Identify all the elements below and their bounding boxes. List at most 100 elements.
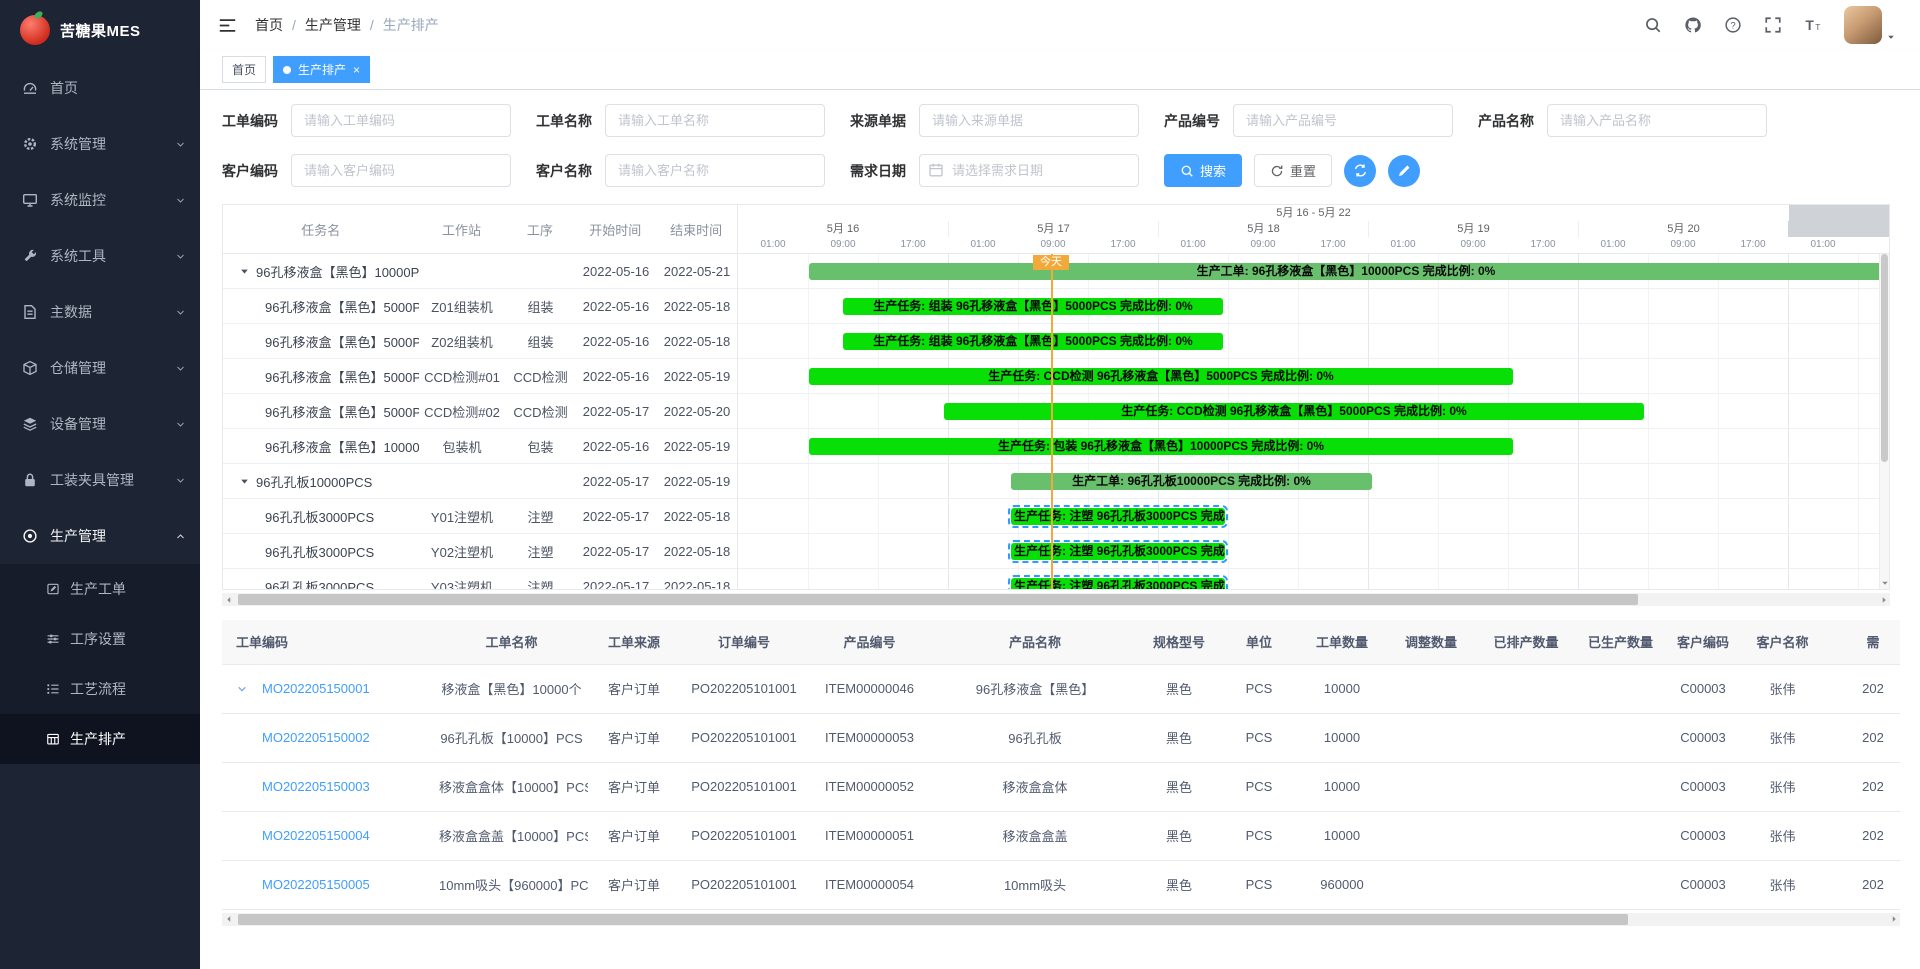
gantt-task-row[interactable]: 96孔孔板3000PCSY03注塑机注塑2022-05-172022-05-18 bbox=[223, 569, 737, 589]
row-expand-icon[interactable] bbox=[236, 683, 248, 695]
order-code-cell[interactable]: MO202205150005 bbox=[222, 860, 435, 909]
filter-input[interactable] bbox=[605, 104, 825, 137]
gantt-task-row[interactable]: 96孔孔板10000PCS2022-05-172022-05-19 bbox=[223, 464, 737, 499]
app-logo[interactable]: 苦糖果MES bbox=[0, 0, 200, 60]
github-icon[interactable] bbox=[1684, 16, 1702, 34]
reset-button[interactable]: 重置 bbox=[1254, 154, 1332, 187]
filter-input[interactable] bbox=[919, 154, 1139, 187]
filter-input[interactable] bbox=[605, 154, 825, 187]
sidebar-item-warehouse-management[interactable]: 仓储管理 bbox=[0, 340, 200, 396]
breadcrumb-item[interactable]: 首页 bbox=[255, 15, 283, 35]
sidebar-item-master-data[interactable]: 主数据 bbox=[0, 284, 200, 340]
gantt-bar[interactable]: 生产任务: 组装 96孔移液盒【黑色】5000PCS 完成比例: 0% bbox=[843, 298, 1223, 315]
gantt-bar[interactable]: 生产工单: 96孔孔板10000PCS 完成比例: 0% bbox=[1011, 473, 1372, 490]
edit-round-button[interactable] bbox=[1388, 155, 1420, 187]
gantt-task-row[interactable]: 96孔移液盒【黑色】5000PZ01组装机组装2022-05-162022-05… bbox=[223, 289, 737, 324]
submenu-item-production-workorder[interactable]: 生产工单 bbox=[0, 564, 200, 614]
gantt-task-station: 包装机 bbox=[419, 437, 505, 456]
order-row[interactable]: MO202205150001移液盒【黑色】10000个客户订单PO2022051… bbox=[222, 664, 1900, 713]
order-code-link[interactable]: MO202205150004 bbox=[262, 828, 370, 843]
gantt-horizontal-scrollbar[interactable] bbox=[222, 593, 1890, 606]
gantt-task-process: 组装 bbox=[505, 332, 576, 351]
order-code-cell[interactable]: MO202205150002 bbox=[222, 713, 435, 762]
tabbar: 首页生产排产× bbox=[200, 50, 1920, 90]
sidebar-toggle-icon[interactable] bbox=[218, 16, 237, 35]
sidebar-item-equipment-management[interactable]: 设备管理 bbox=[0, 396, 200, 452]
fontsize-icon[interactable]: TT bbox=[1804, 16, 1822, 34]
order-code-link[interactable]: MO202205150002 bbox=[262, 730, 370, 745]
search-button[interactable]: 搜索 bbox=[1164, 154, 1242, 187]
order-code-cell[interactable]: MO202205150003 bbox=[222, 762, 435, 811]
submenu-item-process-settings[interactable]: 工序设置 bbox=[0, 614, 200, 664]
order-code-link[interactable]: MO202205150003 bbox=[262, 779, 370, 794]
submenu-item-production-scheduling[interactable]: 生产排产 bbox=[0, 714, 200, 764]
gantt-task-row[interactable]: 96孔移液盒【黑色】10000PC2022-05-162022-05-21 bbox=[223, 254, 737, 289]
sidebar-item-production-management[interactable]: 生产管理 bbox=[0, 508, 200, 564]
order-row[interactable]: MO202205150003移液盒盒体【10000】PCS客户订单PO20220… bbox=[222, 762, 1900, 811]
filter-input[interactable] bbox=[919, 104, 1139, 137]
breadcrumb-item[interactable]: 生产管理 bbox=[305, 15, 361, 35]
scrollbar-thumb[interactable] bbox=[238, 594, 1638, 605]
submenu-item-process-flow[interactable]: 工艺流程 bbox=[0, 664, 200, 714]
scroll-right-arrow[interactable] bbox=[1887, 913, 1900, 926]
gantt-bar[interactable]: 生产任务: 注塑 96孔孔板3000PCS 完成 bbox=[1011, 578, 1225, 589]
fullscreen-icon[interactable] bbox=[1764, 16, 1782, 34]
tab-active-dot bbox=[283, 66, 291, 74]
gantt-task-row[interactable]: 96孔移液盒【黑色】5000PCCD检测#01CCD检测2022-05-1620… bbox=[223, 359, 737, 394]
gantt-bar[interactable]: 生产任务: 注塑 96孔孔板3000PCS 完成 bbox=[1011, 543, 1225, 560]
order-cell bbox=[1477, 762, 1575, 811]
caret-down-icon[interactable] bbox=[239, 266, 250, 277]
gantt-bar[interactable]: 生产任务: 注塑 96孔孔板3000PCS 完成 bbox=[1011, 508, 1225, 525]
caret-down-icon[interactable] bbox=[239, 476, 250, 487]
refresh-round-button[interactable] bbox=[1344, 155, 1376, 187]
gantt-task-row[interactable]: 96孔移液盒【黑色】5000PCCD检测#02CCD检测2022-05-1720… bbox=[223, 394, 737, 429]
gantt-bar[interactable]: 生产任务: 包装 96孔移液盒【黑色】10000PCS 完成比例: 0% bbox=[809, 438, 1513, 455]
filter-input[interactable] bbox=[1547, 104, 1767, 137]
tab-close-icon[interactable]: × bbox=[353, 64, 360, 76]
tri-down-icon[interactable] bbox=[1881, 579, 1889, 587]
gantt-bar[interactable]: 生产工单: 96孔移液盒【黑色】10000PCS 完成比例: 0% bbox=[809, 263, 1883, 280]
filter-input[interactable] bbox=[1233, 104, 1453, 137]
tab-0[interactable]: 首页 bbox=[222, 56, 266, 83]
scroll-left-arrow[interactable] bbox=[222, 913, 235, 926]
gantt-task-row[interactable]: 96孔孔板3000PCSY01注塑机注塑2022-05-172022-05-18 bbox=[223, 499, 737, 534]
sidebar-item-system-management[interactable]: 系统管理 bbox=[0, 116, 200, 172]
gantt-task-row[interactable]: 96孔移液盒【黑色】5000PZ02组装机组装2022-05-162022-05… bbox=[223, 324, 737, 359]
order-code-link[interactable]: MO202205150001 bbox=[262, 681, 370, 696]
gantt-chart-row: 生产任务: 组装 96孔移液盒【黑色】5000PCS 完成比例: 0% bbox=[738, 324, 1889, 359]
gantt-vertical-scrollbar[interactable] bbox=[1879, 254, 1889, 589]
sidebar-item-system-tools[interactable]: 系统工具 bbox=[0, 228, 200, 284]
order-row[interactable]: MO20220515000510mm吸头【960000】PCS客户订单PO202… bbox=[222, 860, 1900, 909]
gantt-bar[interactable]: 生产任务: CCD检测 96孔移液盒【黑色】5000PCS 完成比例: 0% bbox=[944, 403, 1644, 420]
order-code-cell[interactable]: MO202205150004 bbox=[222, 811, 435, 860]
scroll-left-arrow[interactable] bbox=[222, 593, 235, 606]
chevron-down-icon bbox=[175, 475, 186, 486]
order-row[interactable]: MO202205150004移液盒盒盖【10000】PCS客户订单PO20220… bbox=[222, 811, 1900, 860]
order-code-link[interactable]: MO202205150005 bbox=[262, 877, 370, 892]
gantt-bar[interactable]: 生产任务: CCD检测 96孔移液盒【黑色】5000PCS 完成比例: 0% bbox=[809, 368, 1513, 385]
order-code-cell[interactable]: MO202205150001 bbox=[222, 664, 435, 713]
gantt-task-row[interactable]: 96孔孔板3000PCSY02注塑机注塑2022-05-172022-05-18 bbox=[223, 534, 737, 569]
user-menu[interactable] bbox=[1844, 6, 1896, 44]
order-cell bbox=[1385, 664, 1477, 713]
tab-1[interactable]: 生产排产× bbox=[273, 56, 370, 83]
scroll-right-arrow[interactable] bbox=[1877, 593, 1890, 606]
sidebar-item-home[interactable]: 首页 bbox=[0, 60, 200, 116]
filter-input[interactable] bbox=[291, 154, 511, 187]
order-row[interactable]: MO20220515000296孔孔板【10000】PCS客户订单PO20220… bbox=[222, 713, 1900, 762]
sidebar-item-fixture-management[interactable]: 工装夹具管理 bbox=[0, 452, 200, 508]
search-icon[interactable] bbox=[1644, 16, 1662, 34]
orders-horizontal-scrollbar[interactable] bbox=[222, 913, 1900, 926]
gantt-range-row: 5月 16 - 5月 22 bbox=[738, 205, 1889, 221]
gantt-task-row[interactable]: 96孔移液盒【黑色】10000包装机包装2022-05-162022-05-19 bbox=[223, 429, 737, 464]
scrollbar-thumb[interactable] bbox=[1881, 254, 1888, 462]
sidebar-menu: 首页系统管理系统监控系统工具主数据仓储管理设备管理工装夹具管理生产管理生产工单工… bbox=[0, 60, 200, 764]
gantt-task-list: 96孔移液盒【黑色】10000PC2022-05-162022-05-2196孔… bbox=[223, 254, 738, 589]
question-icon[interactable]: ? bbox=[1724, 16, 1742, 34]
gantt-bar[interactable]: 生产任务: 组装 96孔移液盒【黑色】5000PCS 完成比例: 0% bbox=[843, 333, 1223, 350]
scroll-down-arrow[interactable] bbox=[1880, 577, 1889, 589]
filter-input[interactable] bbox=[291, 104, 511, 137]
scrollbar-thumb[interactable] bbox=[238, 914, 1628, 925]
sidebar-item-system-monitor[interactable]: 系统监控 bbox=[0, 172, 200, 228]
today-line bbox=[1051, 254, 1053, 589]
